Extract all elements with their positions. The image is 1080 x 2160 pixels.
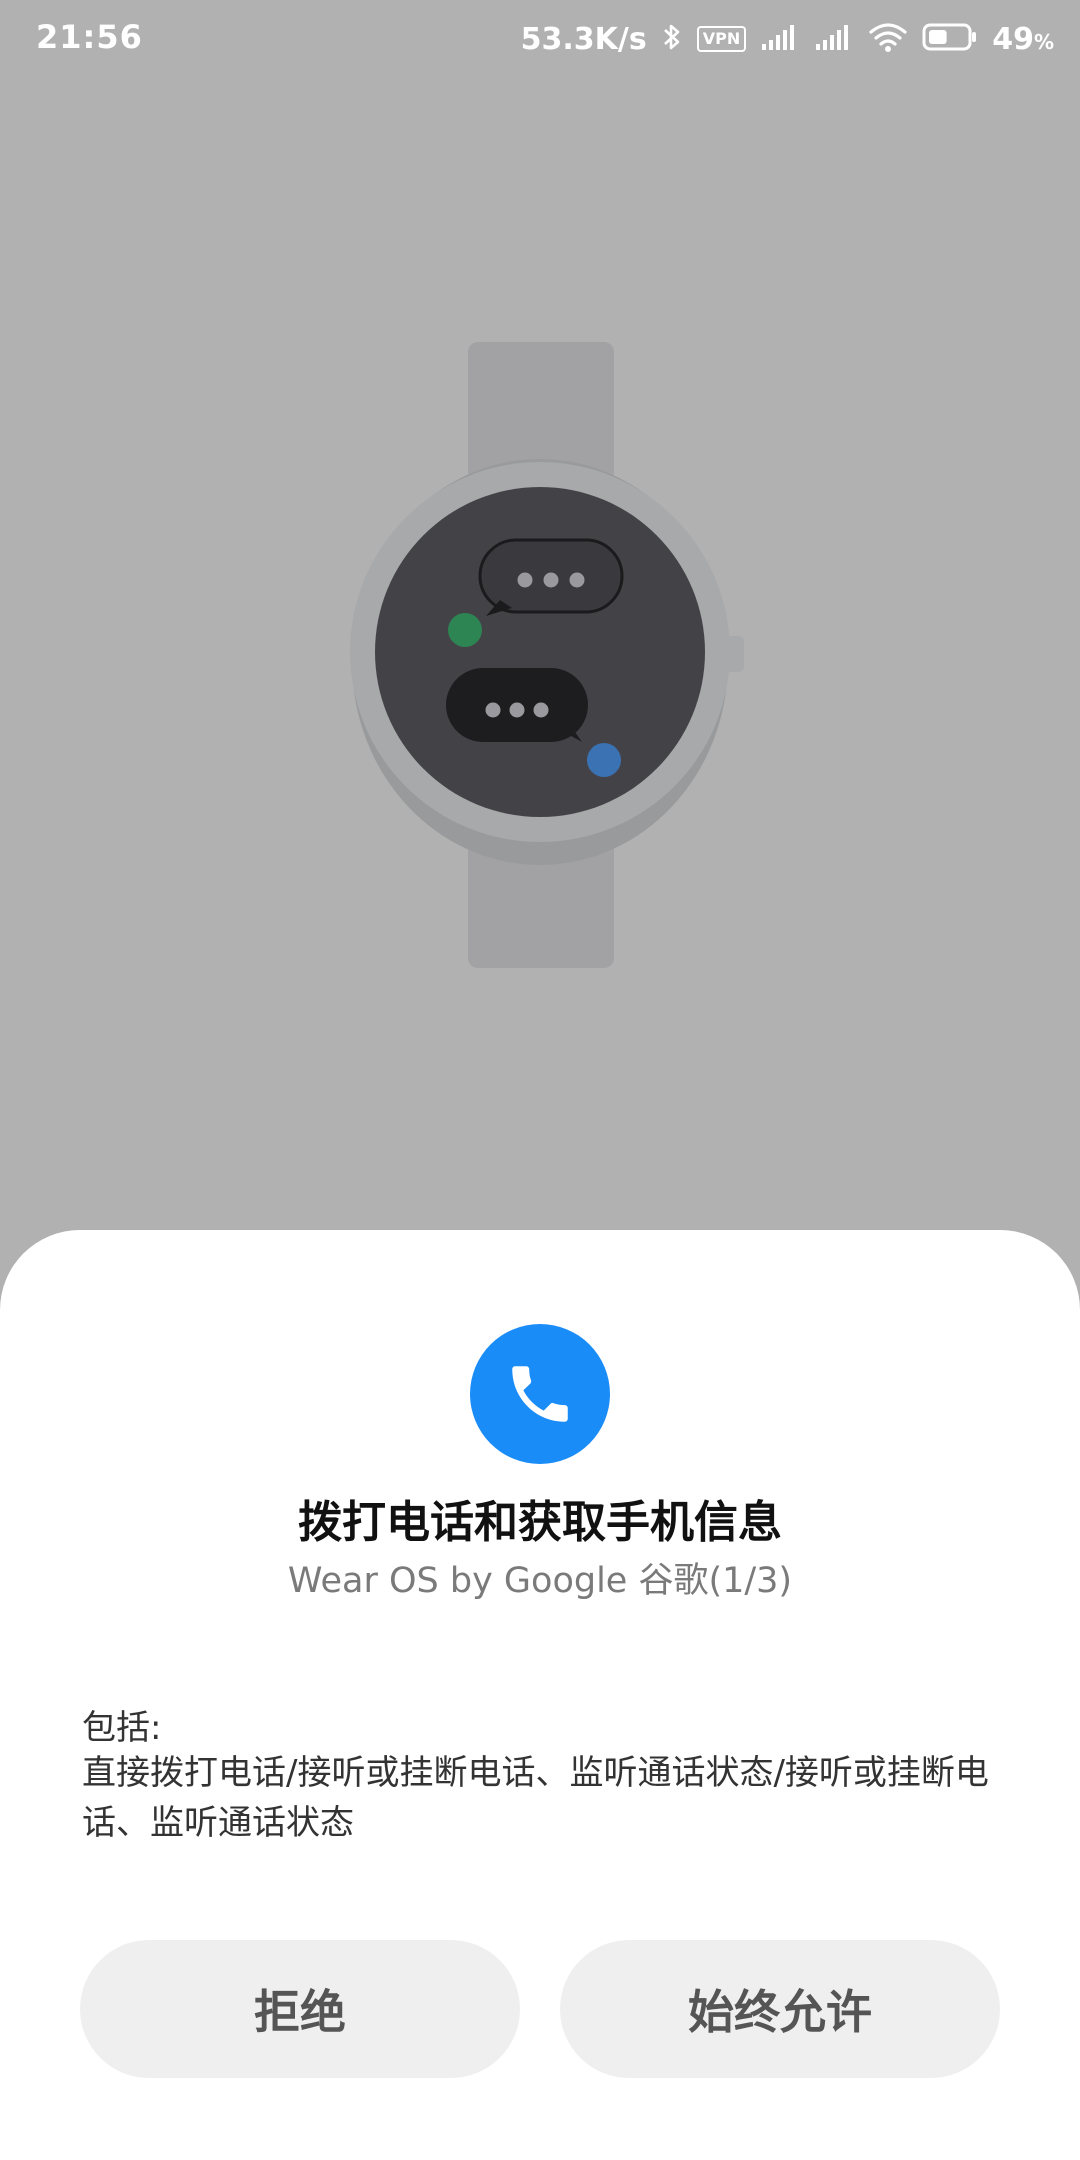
watch-face xyxy=(375,487,705,817)
deny-button[interactable]: 拒绝 xyxy=(80,1940,520,2078)
typing-dot xyxy=(485,702,501,718)
watch-illustration xyxy=(350,342,744,968)
typing-dot xyxy=(543,572,559,588)
typing-dot xyxy=(517,572,533,588)
typing-dot xyxy=(533,702,549,718)
permission-dialog: 拨打电话和获取手机信息 Wear OS by Google 谷歌(1/3) 包括… xyxy=(0,1230,1080,2160)
permission-subtitle: Wear OS by Google 谷歌(1/3) xyxy=(287,1561,793,1601)
message-bubble-icon xyxy=(446,668,588,742)
includes-description: 直接拨打电话/接听或挂断电话、监听通话状态/接听或挂断电话、监听通话状态 xyxy=(82,1753,989,1843)
permission-title: 拨打电话和获取手机信息 xyxy=(298,1497,782,1548)
includes-label: 包括: xyxy=(82,1708,162,1748)
green-dot xyxy=(448,613,482,647)
phone-icon xyxy=(470,1324,610,1464)
blue-dot xyxy=(587,743,621,777)
typing-dot xyxy=(569,572,585,588)
watch-crown xyxy=(726,636,744,672)
always-allow-button[interactable]: 始终允许 xyxy=(560,1940,1000,2078)
typing-dot xyxy=(509,702,525,718)
message-bubble-icon xyxy=(478,538,624,616)
